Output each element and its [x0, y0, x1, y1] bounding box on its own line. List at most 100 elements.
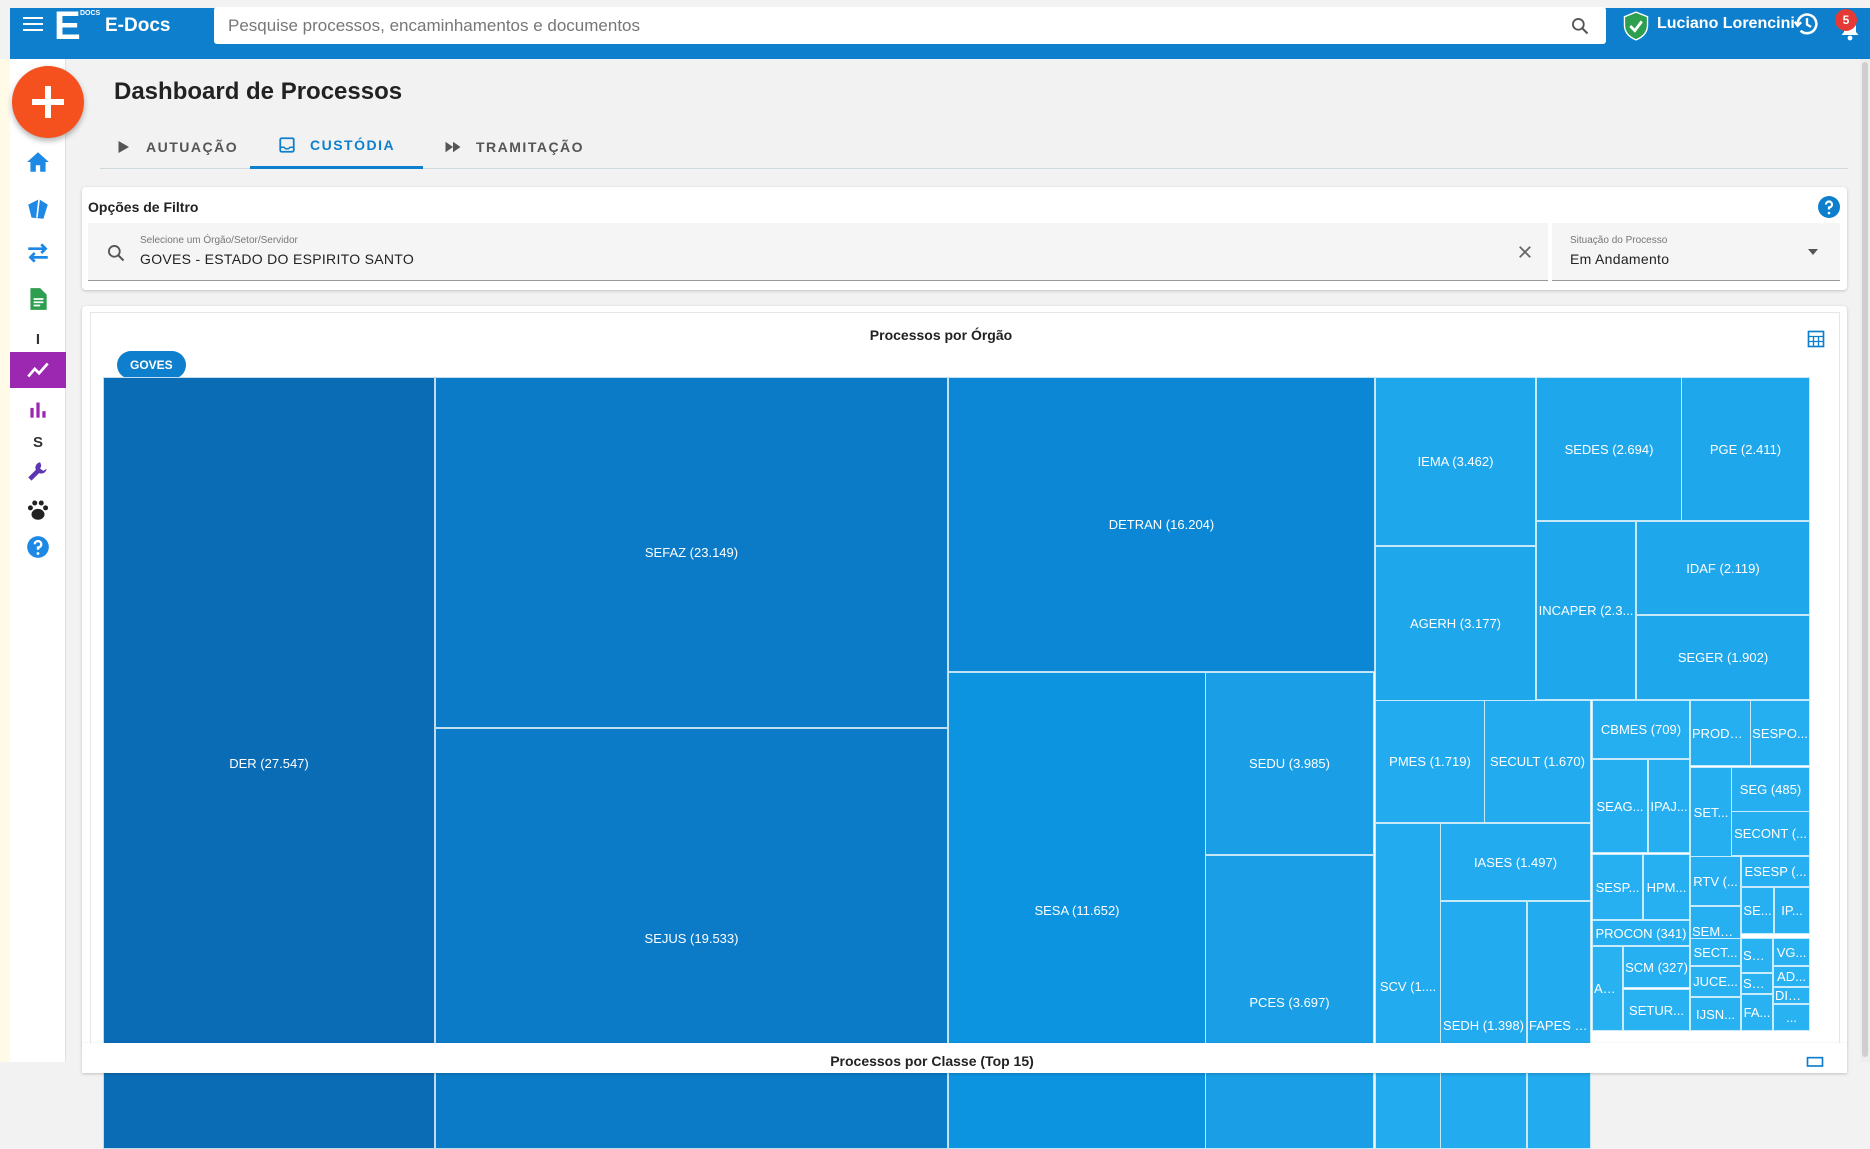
treemap-tile[interactable]: VG...: [1773, 938, 1810, 966]
breadcrumb-chip-goves[interactable]: GOVES: [117, 351, 186, 379]
treemap-tile[interactable]: DER (27.547): [103, 377, 435, 1149]
status-select[interactable]: Situação do Processo Em Andamento: [1552, 223, 1840, 281]
rail-pets[interactable]: [10, 492, 66, 528]
treemap-tile[interactable]: SET...: [1690, 767, 1732, 857]
tab-custodia[interactable]: CUSTÓDIA: [250, 124, 424, 169]
treemap-tile[interactable]: FAPES (...: [1527, 901, 1591, 1149]
close-icon[interactable]: [1516, 243, 1534, 261]
treemap-tile[interactable]: IJSN...: [1690, 997, 1741, 1031]
treemap-tile[interactable]: PGE (2.411): [1681, 377, 1810, 521]
table-view-icon[interactable]: [1806, 329, 1826, 349]
org-field-value[interactable]: GOVES - ESTADO DO ESPIRITO SANTO: [140, 251, 414, 267]
treemap-tile[interactable]: IASES (1.497): [1440, 823, 1591, 901]
treemap-tile[interactable]: IP...: [1774, 887, 1810, 934]
treemap-tile[interactable]: SE...: [1741, 973, 1773, 994]
history-icon[interactable]: [1793, 10, 1821, 38]
tab-label: AUTUAÇÃO: [146, 138, 239, 155]
treemap-tile[interactable]: CBMES (709): [1592, 700, 1690, 759]
help-icon[interactable]: [1817, 195, 1841, 219]
treemap-tile[interactable]: SESA (11.652): [948, 672, 1206, 1149]
rail-help[interactable]: [10, 529, 66, 565]
home-icon: [27, 152, 49, 172]
treemap-tile-label: ESESP (...: [1744, 864, 1807, 879]
notification-badge[interactable]: 5: [1835, 9, 1857, 31]
treemap-tile[interactable]: SEDU (3.985): [1205, 672, 1374, 855]
app-logo[interactable]: E DOCS: [54, 6, 101, 46]
treemap-tile[interactable]: PCES (3.697): [1205, 855, 1374, 1149]
treemap-tile[interactable]: SE...: [1741, 938, 1773, 973]
search-input[interactable]: [228, 7, 1528, 44]
paw-icon: [27, 500, 49, 520]
treemap-tile[interactable]: PROCON (341): [1592, 920, 1690, 946]
rail-reports[interactable]: [10, 391, 66, 427]
treemap-tile[interactable]: SCV (1....: [1375, 823, 1441, 1149]
filter-options-card: Opções de Filtro Selecione um Órgão/Seto…: [82, 187, 1847, 290]
treemap-tile-label: PCES (3.697): [1249, 994, 1330, 1010]
app-name[interactable]: E-Docs: [105, 15, 170, 37]
treemap-tile-label: SET...: [1693, 804, 1729, 820]
rail-home[interactable]: [10, 144, 66, 180]
shield-check-icon: [1623, 11, 1649, 41]
org-select-field[interactable]: Selecione um Órgão/Setor/Servidor GOVES …: [88, 223, 1548, 281]
page-scrollbar-thumb[interactable]: [1862, 62, 1868, 1057]
status-field-label: Situação do Processo: [1570, 235, 1668, 246]
treemap-tile[interactable]: IEMA (3.462): [1375, 377, 1536, 546]
treemap-tile[interactable]: AD...: [1773, 966, 1810, 987]
treemap-tile-label: DIO...: [1775, 988, 1809, 1003]
treemap-tile[interactable]: SEFAZ (23.149): [435, 377, 948, 728]
treemap-tile[interactable]: FA...: [1741, 994, 1773, 1031]
treemap-tile-label: SECONT (...: [1734, 826, 1807, 841]
treemap-tile[interactable]: SECONT (...: [1731, 811, 1810, 856]
treemap-tile[interactable]: AR...: [1592, 946, 1623, 1031]
treemap-tile-label: AR...: [1594, 981, 1622, 996]
chevron-down-icon[interactable]: [1808, 249, 1818, 255]
treemap-tile-label: SE...: [1743, 903, 1772, 918]
treemap-tile[interactable]: SEG (485): [1731, 767, 1810, 812]
treemap-tile[interactable]: JUCE...: [1690, 966, 1741, 997]
tab-autuacao[interactable]: AUTUAÇÃO: [114, 124, 238, 169]
rail-dashboard[interactable]: [10, 352, 66, 388]
treemap-tile[interactable]: SEAG...: [1592, 759, 1648, 853]
treemap-tile[interactable]: HPM...: [1643, 854, 1690, 920]
treemap-tile[interactable]: IDAF (2.119): [1636, 521, 1810, 615]
treemap-tile[interactable]: PMES (1.719): [1375, 700, 1485, 823]
treemap-tile[interactable]: PRODE...: [1690, 700, 1751, 766]
tab-tramitacao[interactable]: TRAMITAÇÃO: [444, 124, 584, 169]
treemap-tile[interactable]: RTV (...: [1690, 856, 1741, 906]
treemap-tile[interactable]: IPAJ...: [1648, 759, 1690, 853]
rail-box[interactable]: [10, 191, 66, 227]
search-icon[interactable]: [1570, 16, 1590, 36]
rail-tools[interactable]: [10, 454, 66, 490]
treemap-tile[interactable]: INCAPER (2.3...: [1536, 521, 1636, 700]
menu-icon[interactable]: [20, 13, 46, 37]
treemap-tile-label: IEMA (3.462): [1417, 454, 1494, 469]
treemap-tile-label: SEDES (2.694): [1564, 441, 1654, 457]
treemap-tile[interactable]: SEGER (1.902): [1636, 615, 1810, 700]
treemap-tile[interactable]: SESP...: [1592, 854, 1643, 920]
rail-transfer[interactable]: [10, 235, 66, 271]
treemap-tile-label: IDAF (2.119): [1686, 560, 1760, 576]
treemap-tile[interactable]: SETUR...: [1623, 989, 1690, 1031]
treemap-tile[interactable]: SECULT (1.670): [1484, 700, 1591, 823]
treemap-tile[interactable]: SESPO...: [1750, 700, 1810, 766]
treemap-tile[interactable]: SEDH (1.398): [1440, 901, 1527, 1149]
treemap-tile[interactable]: SCM (327): [1623, 946, 1690, 988]
treemap-tile[interactable]: SEDES (2.694): [1536, 377, 1682, 521]
treemap-tile[interactable]: ...: [1773, 1004, 1810, 1031]
add-process-button[interactable]: [12, 66, 84, 138]
treemap-orgaos: DER (27.547) SEFAZ (23.149) SEJUS (19.533)…: [103, 377, 1810, 1149]
treemap-tile[interactable]: SEJUS (19.533): [435, 728, 948, 1149]
treemap-tile[interactable]: SECT...: [1690, 938, 1741, 966]
global-search[interactable]: [214, 7, 1606, 44]
treemap-tile[interactable]: DIO...: [1773, 987, 1810, 1004]
treemap-tile[interactable]: DETRAN (16.204): [948, 377, 1375, 672]
treemap-tile[interactable]: AGERH (3.177): [1375, 546, 1536, 701]
logo-docs-text: DOCS: [80, 10, 101, 17]
treemap-tile[interactable]: SE...: [1741, 887, 1774, 934]
user-name[interactable]: Luciano Lorencini: [1657, 15, 1795, 33]
rail-documents[interactable]: [10, 281, 66, 317]
table-view-icon[interactable]: [1805, 1055, 1825, 1067]
treemap-tile[interactable]: ESESP (...: [1741, 856, 1810, 887]
treemap-tile-label: JUCE...: [1693, 974, 1738, 989]
treemap-tile-label: SEGER (1.902): [1677, 650, 1769, 665]
